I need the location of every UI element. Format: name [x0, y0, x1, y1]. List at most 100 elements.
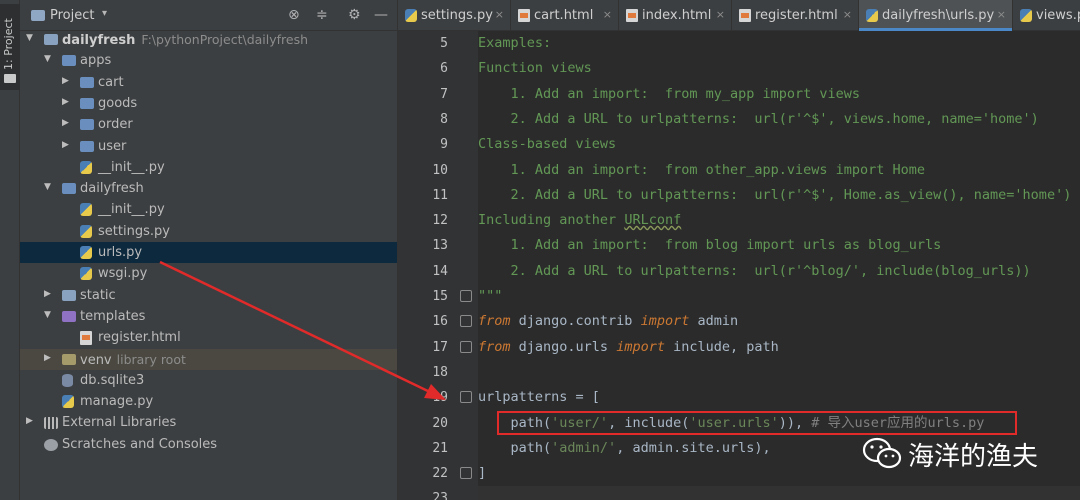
fold-marker-icon[interactable]: [460, 290, 472, 302]
tree-item[interactable]: ▶ user: [20, 136, 397, 157]
package-folder-icon: [80, 76, 94, 88]
editor-tab[interactable]: views.py: [1013, 0, 1080, 31]
tree-item-name: goods: [98, 95, 138, 111]
editor-tab[interactable]: settings.py ×: [398, 0, 511, 31]
code-line[interactable]: Including another URLconf: [478, 208, 1080, 233]
target-icon[interactable]: ⊗: [288, 7, 300, 23]
fold-marker-icon[interactable]: [460, 340, 472, 353]
editor-tab[interactable]: index.html ×: [619, 0, 732, 31]
watermark: 海洋的渔夫: [862, 430, 1062, 480]
editor-tab[interactable]: cart.html ×: [511, 0, 619, 31]
collapse-arrow-icon[interactable]: ▶: [44, 289, 51, 299]
tree-item[interactable]: ▼ templates: [20, 306, 397, 327]
code-line[interactable]: [478, 486, 1080, 500]
code-line[interactable]: from django.urls import include, path: [478, 335, 1080, 360]
project-panel-title[interactable]: Project: [50, 8, 94, 23]
close-icon[interactable]: ×: [716, 8, 725, 21]
minimize-icon[interactable]: —: [374, 7, 388, 23]
collapse-arrow-icon[interactable]: ▶: [62, 140, 69, 150]
line-number: 11: [432, 187, 448, 203]
code-line[interactable]: urlpatterns = [: [478, 385, 1080, 410]
fold-marker-icon[interactable]: [460, 391, 472, 404]
collapse-arrow-icon[interactable]: ▶: [62, 97, 69, 107]
editor-tab-label: views.py: [1036, 8, 1080, 23]
gear-icon[interactable]: ⚙: [348, 7, 361, 23]
expand-arrow-icon[interactable]: ▼: [26, 33, 33, 43]
code-line[interactable]: 2. Add a URL to urlpatterns: url(r'^$', …: [478, 183, 1080, 208]
project-panel-header: Project ▾ ⊗ ≑ ⚙ —: [20, 0, 397, 31]
code-line[interactable]: Examples:: [478, 31, 1080, 56]
close-icon[interactable]: ×: [997, 8, 1006, 21]
line-number: 16: [432, 314, 448, 330]
code-line[interactable]: 2. Add a URL to urlpatterns: url(r'^blog…: [478, 259, 1080, 284]
tree-item[interactable]: urls.py: [20, 242, 397, 264]
tree-item[interactable]: ▶ static: [20, 285, 397, 306]
collapse-arrow-icon[interactable]: ▶: [62, 118, 69, 128]
line-number: 12: [432, 213, 448, 229]
tree-item-label: static: [80, 288, 116, 303]
tree-item[interactable]: ▼ apps: [20, 50, 397, 71]
code-token: Including another: [478, 212, 625, 229]
tree-item[interactable]: ▶ External Libraries: [20, 412, 397, 433]
tree-item[interactable]: manage.py: [20, 391, 397, 412]
chevron-down-icon[interactable]: ▾: [102, 8, 107, 19]
code-line[interactable]: 1. Add an import: from blog import urls …: [478, 233, 1080, 258]
tree-item[interactable]: Scratches and Consoles: [20, 434, 397, 455]
tree-item[interactable]: __init__.py: [20, 199, 397, 220]
tree-item-label: __init__.py: [98, 202, 165, 217]
tree-item[interactable]: wsgi.py: [20, 263, 397, 284]
expand-arrow-icon[interactable]: ▼: [44, 182, 51, 192]
code-line[interactable]: Function views: [478, 56, 1080, 81]
expand-arrow-icon[interactable]: ▼: [44, 310, 51, 320]
project-tool-tab[interactable]: 1: Project: [0, 4, 20, 90]
tree-item-label: External Libraries: [62, 415, 176, 430]
code-token: import: [616, 338, 665, 355]
code-line[interactable]: [478, 360, 1080, 385]
tree-item-name: urls.py: [98, 245, 143, 260]
tree-item[interactable]: ▶ goods: [20, 93, 397, 114]
close-icon[interactable]: ×: [603, 8, 612, 21]
collapse-arrow-icon[interactable]: ▶: [26, 416, 33, 426]
tree-item-label: apps: [80, 53, 111, 68]
close-icon[interactable]: ×: [843, 8, 852, 21]
code-line[interactable]: """: [478, 284, 1080, 309]
code-line[interactable]: 2. Add a URL to urlpatterns: url(r'^$', …: [478, 107, 1080, 132]
close-icon[interactable]: ×: [495, 8, 504, 21]
tree-item[interactable]: db.sqlite3: [20, 370, 397, 391]
python-file-icon: [80, 203, 92, 217]
folder-icon: [44, 34, 58, 45]
library-root-hint: library root: [116, 351, 186, 367]
fold-marker-icon[interactable]: [460, 315, 472, 328]
tree-item[interactable]: settings.py: [20, 221, 397, 242]
tree-item[interactable]: ▼ dailyfresh F:\pythonProject\dailyfresh: [20, 29, 397, 50]
tree-item[interactable]: ▶ cart: [20, 72, 397, 93]
tree-item-name: static: [80, 287, 116, 303]
tree-item[interactable]: ▼ dailyfresh: [20, 178, 397, 199]
code-line[interactable]: from django.contrib import admin: [478, 309, 1080, 334]
code-token: admin: [689, 313, 739, 330]
tree-item[interactable]: register.html: [20, 327, 397, 348]
python-file-icon: [80, 224, 92, 238]
editor-tab[interactable]: dailyfresh\urls.py ×: [859, 0, 1013, 31]
tree-item[interactable]: ▶ order: [20, 114, 397, 135]
tree-item-name: dailyfresh: [62, 33, 136, 48]
code-line[interactable]: Class-based views: [478, 132, 1080, 157]
collapse-icon[interactable]: ≑: [316, 7, 328, 23]
fold-marker-icon[interactable]: [460, 467, 472, 480]
package-folder-icon: [80, 97, 94, 109]
collapse-arrow-icon[interactable]: ▶: [44, 353, 51, 363]
code-token: django.contrib: [510, 313, 641, 330]
tree-item[interactable]: ▶ venv library root: [20, 348, 397, 370]
line-number: 9: [440, 137, 448, 153]
html-file-icon: [518, 9, 530, 22]
editor-tab-label: dailyfresh\urls.py: [882, 8, 995, 23]
code-token: django.urls: [510, 338, 617, 355]
expand-arrow-icon[interactable]: ▼: [44, 54, 51, 64]
code-line[interactable]: 1. Add an import: from my_app import vie…: [478, 82, 1080, 107]
code-line[interactable]: 1. Add an import: from other_app.views i…: [478, 158, 1080, 183]
tree-item[interactable]: __init__.py: [20, 157, 397, 178]
code-token: 1. Add an import: from blog import urls …: [478, 237, 942, 254]
editor-tab[interactable]: register.html ×: [732, 0, 859, 31]
tree-item-name: wsgi.py: [98, 266, 148, 282]
collapse-arrow-icon[interactable]: ▶: [62, 76, 69, 86]
